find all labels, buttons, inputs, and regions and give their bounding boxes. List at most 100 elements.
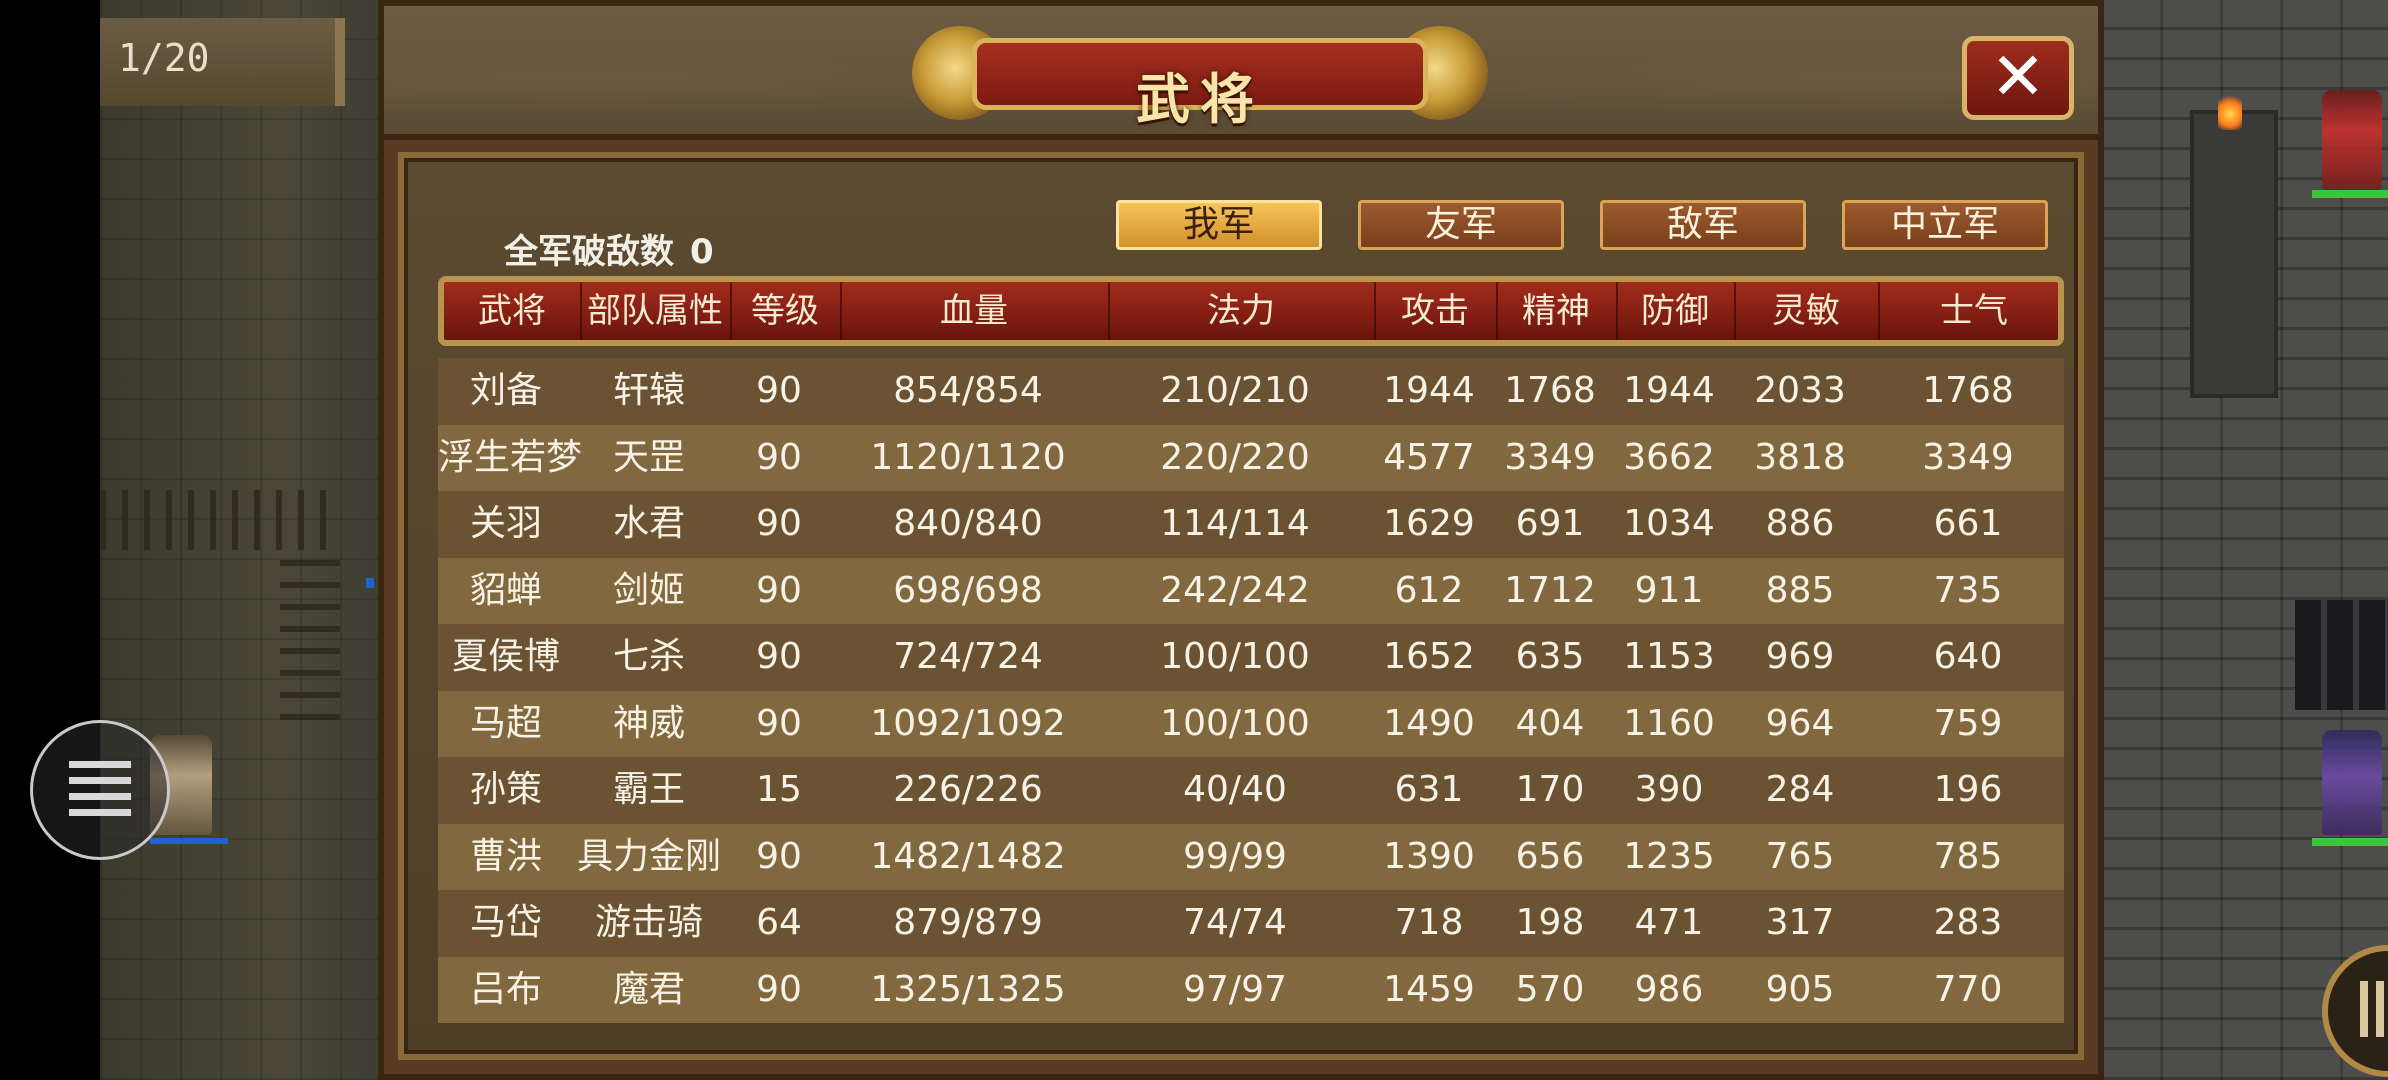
menu-lines-icon — [69, 761, 131, 819]
hp-cell: 1092/1092 — [870, 702, 1066, 744]
level-cell: 90 — [756, 569, 802, 611]
close-x-icon: ✕ — [1990, 38, 2046, 115]
agility-cell: 284 — [1765, 769, 1835, 810]
agility-cell: 2033 — [1754, 370, 1846, 411]
spirit-cell: 198 — [1515, 902, 1585, 943]
title-plaque: 武将 — [912, 20, 1488, 131]
table-header: 武将 部队属性 等级 血量 法力 攻击 精神 防御 灵敏 士气 — [438, 276, 2064, 346]
general-name-cell: 曹洪 — [469, 835, 542, 877]
level-cell: 90 — [756, 436, 802, 478]
hp-cell: 1325/1325 — [870, 968, 1066, 1010]
hp-cell: 854/854 — [893, 370, 1043, 411]
morale-cell: 770 — [1933, 968, 2003, 1010]
enemy-hp-bar — [2312, 838, 2388, 846]
table-row[interactable]: 貂蝉 剑姬 90 698/698 242/242 612 1712 911 885 735 — [438, 557, 2064, 624]
dialog-title: 武将 — [1136, 67, 1264, 131]
spirit-cell: 404 — [1515, 702, 1585, 744]
generals-table: 武将 部队属性 等级 血量 法力 攻击 精神 防御 灵敏 士气 刘备 轩辕 90 854/854 210/… — [438, 276, 2064, 1023]
spirit-cell: 170 — [1515, 769, 1585, 810]
level-cell: 64 — [756, 902, 802, 943]
menu-button[interactable] — [30, 720, 170, 860]
tab-our-army[interactable]: 我军 — [1116, 200, 1322, 250]
enemy-hp-bar — [2312, 190, 2388, 198]
attack-cell: 631 — [1394, 769, 1464, 810]
ally-marker — [366, 578, 374, 588]
table-row[interactable]: 马岱 游击骑 64 879/879 74/74 718 198 471 317 283 — [438, 890, 2064, 957]
header-general: 武将 — [444, 282, 582, 340]
fence — [100, 490, 330, 550]
hp-cell: 724/724 — [893, 636, 1043, 677]
general-name-cell: 浮生若梦 — [438, 436, 583, 478]
hp-cell: 1120/1120 — [870, 436, 1066, 478]
hp-cell: 1482/1482 — [870, 835, 1066, 877]
table-row[interactable]: 刘备 轩辕 90 854/854 210/210 1944 1768 1944 2033 1768 — [438, 358, 2064, 425]
title-banner: 武将 — [972, 38, 1428, 131]
mp-cell: 220/220 — [1160, 436, 1310, 478]
troop-type-cell: 游击骑 — [594, 902, 703, 943]
table-row[interactable]: 马超 神威 90 1092/1092 100/100 1490 404 1160 964 759 — [438, 690, 2064, 757]
turn-counter: 1/20 — [100, 18, 345, 106]
troop-type-cell: 魔君 — [612, 968, 685, 1010]
hp-cell: 698/698 — [893, 569, 1043, 611]
level-cell: 90 — [756, 636, 802, 677]
spirit-cell: 691 — [1515, 503, 1585, 544]
level-cell: 90 — [756, 503, 802, 544]
enemy-unit-sprite[interactable] — [2322, 90, 2382, 190]
morale-cell: 785 — [1933, 835, 2003, 877]
agility-cell: 969 — [1765, 636, 1835, 677]
table-row[interactable]: 夏侯博 七杀 90 724/724 100/100 1652 635 1153 969 640 — [438, 624, 2064, 691]
tab-enemy-army[interactable]: 敌军 — [1600, 200, 1806, 250]
troop-type-cell: 剑姬 — [612, 569, 685, 611]
watch-tower — [2190, 110, 2278, 398]
ally-hp-bar — [150, 838, 228, 844]
troop-type-cell: 天罡 — [612, 436, 685, 478]
defense-cell: 1160 — [1623, 702, 1715, 744]
agility-cell: 964 — [1765, 702, 1835, 744]
agility-cell: 885 — [1765, 569, 1835, 611]
table-row[interactable]: 吕布 魔君 90 1325/1325 97/97 1459 570 986 905 770 — [438, 956, 2064, 1023]
attack-cell: 1490 — [1383, 702, 1475, 744]
agility-cell: 3818 — [1754, 436, 1846, 478]
tab-neutral-army[interactable]: 中立军 — [1842, 200, 2048, 250]
defense-cell: 471 — [1634, 902, 1704, 943]
total-kills-value: 0 — [690, 232, 714, 272]
defense-cell: 986 — [1634, 968, 1704, 1010]
bars-icon — [2360, 981, 2388, 1037]
level-cell: 15 — [756, 769, 802, 810]
agility-cell: 886 — [1765, 503, 1835, 544]
header-agility: 灵敏 — [1734, 282, 1880, 340]
attack-cell: 1390 — [1383, 835, 1475, 877]
hp-cell: 226/226 — [893, 769, 1043, 810]
header-spirit: 精神 — [1496, 282, 1618, 340]
defense-cell: 1034 — [1623, 503, 1715, 544]
tab-allied-army[interactable]: 友军 — [1358, 200, 1564, 250]
header-mp: 法力 — [1108, 282, 1376, 340]
header-defense: 防御 — [1616, 282, 1736, 340]
table-row[interactable]: 曹洪 具力金刚 90 1482/1482 99/99 1390 656 1235 765 785 — [438, 823, 2064, 890]
mp-cell: 210/210 — [1160, 370, 1310, 411]
mp-cell: 40/40 — [1183, 769, 1287, 810]
table-row[interactable]: 孙策 霸王 15 226/226 40/40 631 170 390 284 196 — [438, 757, 2064, 824]
spirit-cell: 635 — [1515, 636, 1585, 677]
mp-cell: 242/242 — [1160, 569, 1310, 611]
morale-cell: 640 — [1933, 636, 2003, 677]
troop-type-cell: 七杀 — [612, 636, 685, 677]
general-name-cell: 孙策 — [469, 769, 542, 810]
general-name-cell: 马岱 — [469, 902, 542, 943]
troop-type-cell: 神威 — [612, 702, 685, 744]
general-name-cell: 刘备 — [469, 370, 542, 411]
close-button[interactable]: ✕ — [1962, 36, 2074, 120]
level-cell: 90 — [756, 835, 802, 877]
troop-type-cell: 霸王 — [612, 769, 685, 810]
header-attack: 攻击 — [1374, 282, 1498, 340]
morale-cell: 735 — [1933, 569, 2003, 611]
enemy-unit-sprite[interactable] — [2322, 730, 2382, 835]
mp-cell: 100/100 — [1160, 702, 1310, 744]
morale-cell: 283 — [1933, 902, 2003, 943]
mp-cell: 97/97 — [1183, 968, 1287, 1010]
morale-cell: 1768 — [1922, 370, 2014, 411]
attack-cell: 1629 — [1383, 503, 1475, 544]
table-row[interactable]: 关羽 水君 90 840/840 114/114 1629 691 1034 886 661 — [438, 491, 2064, 558]
attack-cell: 1459 — [1383, 968, 1475, 1010]
table-row[interactable]: 浮生若梦 天罡 90 1120/1120 220/220 4577 3349 3662 3818… — [438, 424, 2064, 491]
